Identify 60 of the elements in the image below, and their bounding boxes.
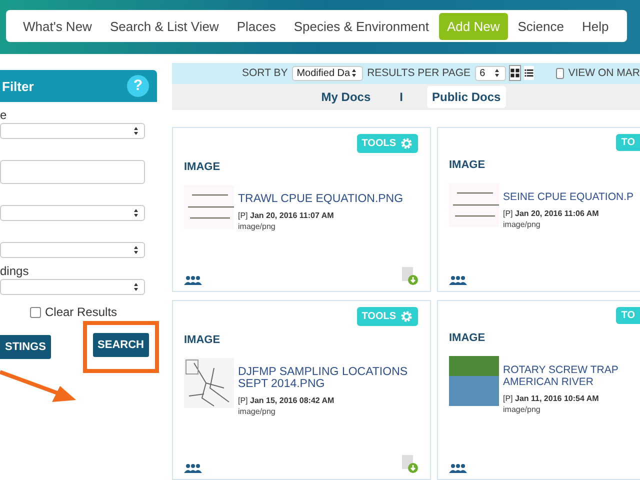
document-title[interactable]: TRAWL CPUE EQUATION.PNG xyxy=(238,193,418,205)
nav-item[interactable]: What's New xyxy=(15,12,100,40)
select-field[interactable] xyxy=(0,205,145,221)
document-type: IMAGE xyxy=(184,161,222,173)
per-page-label: RESULTS PER PAGE xyxy=(367,67,471,80)
document-type: IMAGE xyxy=(449,332,486,344)
arrow-icon xyxy=(0,368,76,404)
select-field[interactable] xyxy=(0,123,145,139)
mime-type: image/png xyxy=(503,405,542,414)
checkbox[interactable] xyxy=(30,306,41,318)
download-icon[interactable] xyxy=(402,267,418,285)
document-title[interactable]: SEINE CPUE EQUATION.P xyxy=(503,191,640,203)
checkbox-label: Clear Results xyxy=(45,305,118,319)
document-date: [P] Jan 11, 2016 10:54 AM xyxy=(503,394,600,403)
download-icon[interactable] xyxy=(402,455,418,473)
document-title[interactable]: DJFMP SAMPLING LOCATIONS SEPT 2014.PNG xyxy=(238,366,418,390)
document-date: [P] Jan 20, 2016 11:07 AM xyxy=(238,211,335,220)
people-icon xyxy=(449,275,467,285)
mime-type: image/png xyxy=(238,407,276,416)
filter-title: Filter xyxy=(2,78,34,94)
select-field[interactable] xyxy=(0,242,145,258)
settings-icon xyxy=(400,137,413,150)
sort-label: SORT BY xyxy=(242,67,288,80)
nav-item[interactable]: Species & Environment xyxy=(286,12,437,40)
search-button[interactable]: SEARCH xyxy=(92,333,149,357)
grid-view-icon[interactable] xyxy=(510,66,520,80)
mime-type: image/png xyxy=(238,222,276,231)
people-icon xyxy=(449,463,467,473)
field-label: e xyxy=(0,107,8,123)
document-date: [P] Jan 20, 2016 11:06 AM xyxy=(503,209,600,218)
checkbox-label: VIEW ON MAR xyxy=(568,67,640,80)
tab[interactable]: Public Docs xyxy=(427,86,506,108)
list-view-icon[interactable] xyxy=(524,66,534,80)
document-type: IMAGE xyxy=(184,334,222,346)
up-down-arrows-icon xyxy=(132,282,140,292)
document-type: IMAGE xyxy=(449,159,486,171)
nav-item[interactable]: Help xyxy=(574,12,617,40)
text-field[interactable] xyxy=(0,160,145,184)
nav-item[interactable]: Science xyxy=(510,12,572,40)
mime-type: image/png xyxy=(503,220,542,229)
people-icon xyxy=(184,463,202,473)
field-label: dings xyxy=(0,263,30,279)
document-date: [P] Jan 15, 2016 08:42 AM xyxy=(238,396,336,405)
select-field[interactable] xyxy=(0,279,145,295)
checkbox[interactable] xyxy=(556,68,564,79)
document-title[interactable]: ROTARY SCREW TRAP AMERICAN RIVER xyxy=(503,364,640,388)
up-down-arrows-icon xyxy=(132,245,140,255)
per-page-select[interactable]: 6 xyxy=(474,66,506,81)
up-down-arrows-icon xyxy=(132,208,140,218)
tab-separator: I xyxy=(400,90,403,104)
people-icon xyxy=(184,275,202,285)
settings-icon xyxy=(400,310,413,323)
sort-select[interactable]: Modified Da xyxy=(292,66,364,81)
tab[interactable]: My Docs xyxy=(316,86,376,108)
nav-item[interactable]: Search & List View xyxy=(102,12,227,40)
nav-item[interactable]: Places xyxy=(228,12,284,40)
settings-button[interactable]: STINGS xyxy=(0,335,51,359)
up-down-arrows-icon xyxy=(350,68,358,78)
up-down-arrows-icon xyxy=(132,126,140,136)
up-down-arrows-icon xyxy=(492,68,501,78)
